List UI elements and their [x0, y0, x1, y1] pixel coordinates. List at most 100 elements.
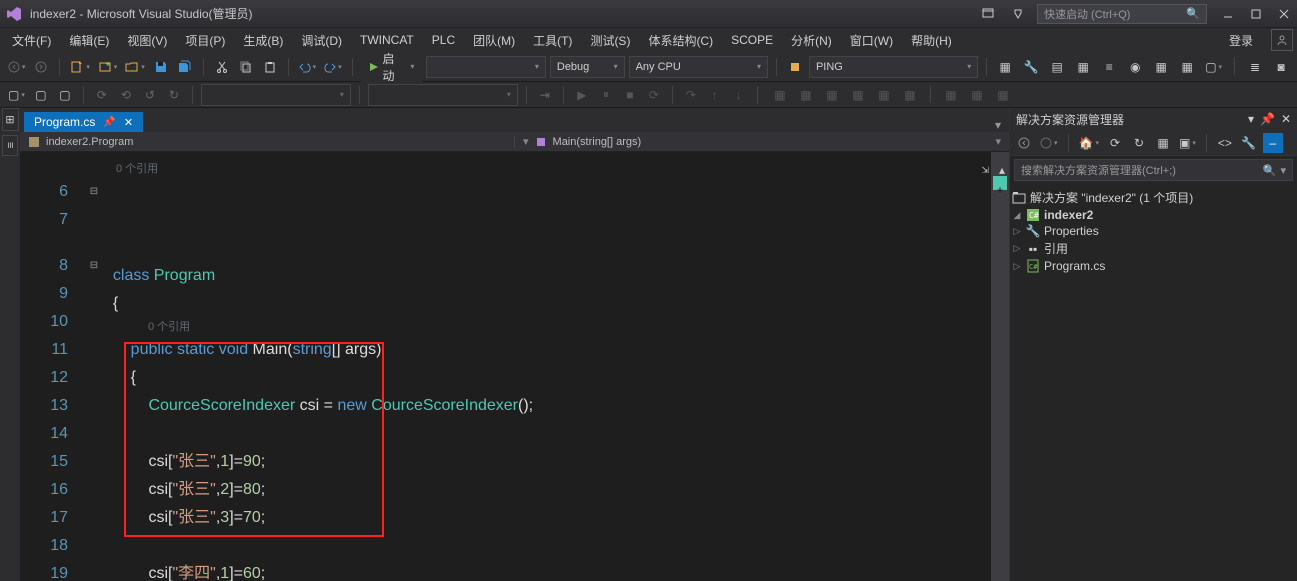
minimize-button[interactable] [1221, 7, 1235, 21]
menu-item[interactable]: 项目(P) [177, 30, 233, 51]
paste-button[interactable] [260, 57, 280, 77]
configuration-combo[interactable]: Debug▾ [550, 56, 625, 78]
dbg-icon-2[interactable]: ▢ [55, 85, 75, 105]
feedback-icon[interactable] [1009, 7, 1023, 21]
menu-item[interactable]: 测试(S) [582, 30, 638, 51]
step-icon[interactable]: ↓ [729, 85, 749, 105]
dbg-icon-3[interactable]: ⟳ [92, 85, 112, 105]
grid-icon-8[interactable]: ▦ [967, 85, 987, 105]
sln-home-icon[interactable]: 🏠 [1077, 133, 1101, 153]
sln-sync-icon[interactable]: ⟳ [1105, 133, 1125, 153]
properties-node[interactable]: ▷ 🔧 Properties [1012, 223, 1295, 239]
dbg-icon-6[interactable]: ↻ [164, 85, 184, 105]
vertical-scrollbar[interactable]: ⇲ ▴ + [991, 152, 1009, 581]
save-all-button[interactable] [175, 57, 195, 77]
solution-tree[interactable]: 解决方案 "indexer2" (1 个项目) ◢ C# indexer2 ▷ … [1010, 184, 1297, 278]
expand-icon[interactable]: ◢ [1012, 210, 1022, 221]
dbg-icon-5[interactable]: ↺ [140, 85, 160, 105]
start-debug-button[interactable]: 启动 ▾ [361, 48, 423, 86]
quick-launch-input[interactable]: 快速启动 (Ctrl+Q) 🔍 [1037, 4, 1207, 24]
grid-icon-7[interactable]: ▦ [941, 85, 961, 105]
menu-item[interactable]: 生成(B) [235, 30, 291, 51]
sln-minus-icon[interactable]: – [1263, 133, 1283, 153]
thread-combo[interactable]: ▾ [201, 84, 351, 106]
grid-icon-6[interactable]: ▦ [900, 85, 920, 105]
solution-root-node[interactable]: 解决方案 "indexer2" (1 个项目) [1012, 188, 1295, 207]
close-tab-icon[interactable]: ✕ [124, 116, 133, 129]
add-item-button[interactable] [96, 57, 119, 77]
fold-column[interactable]: ⊟⊟ [84, 152, 104, 581]
tool-icon-2[interactable]: 🔧 [1021, 57, 1041, 77]
maximize-button[interactable] [1249, 7, 1263, 21]
close-button[interactable] [1277, 7, 1291, 21]
menu-item[interactable]: PLC [424, 31, 463, 49]
dbg-icon-1[interactable]: ▢ [31, 85, 51, 105]
tool-icon-10[interactable]: ≣ [1245, 57, 1265, 77]
expand-icon[interactable]: ▷ [1012, 261, 1022, 272]
menu-item[interactable]: 编辑(E) [61, 30, 117, 51]
sln-collapse-icon[interactable]: ▦ [1153, 133, 1173, 153]
panel-dropdown-icon[interactable]: ▾ [1248, 112, 1254, 126]
menu-item[interactable]: TWINCAT [352, 31, 422, 49]
new-project-button[interactable] [68, 57, 91, 77]
nav-class-combo[interactable]: indexer2.Program [20, 136, 515, 148]
target-combo[interactable]: PING▾ [809, 56, 978, 78]
nav-method-combo[interactable]: ▾ Main(string[] args) ▾ [515, 135, 1009, 148]
sln-show-icon[interactable]: ▣ [1177, 133, 1198, 153]
left-tab-1[interactable]: ⊞ [2, 108, 19, 131]
solution-search-input[interactable]: 搜索解决方案资源管理器(Ctrl+;) 🔍▾ [1014, 159, 1293, 181]
dbg-pause-icon[interactable]: ⏸ [596, 85, 616, 105]
sln-refresh-icon[interactable]: ↻ [1129, 133, 1149, 153]
dbg-stop-icon[interactable]: ■ [620, 85, 640, 105]
attach-icon[interactable] [785, 57, 805, 77]
grid-icon-2[interactable]: ▦ [796, 85, 816, 105]
add-marker-icon[interactable]: + [993, 176, 1007, 190]
sln-forward-icon[interactable] [1038, 133, 1060, 153]
panel-close-icon[interactable]: ✕ [1281, 112, 1291, 126]
panel-pin-icon[interactable]: 📌 [1260, 112, 1275, 126]
left-tab-2[interactable]: ≡ [2, 135, 18, 155]
split-icon[interactable]: ⇲ [981, 156, 989, 184]
open-file-button[interactable] [123, 57, 146, 77]
expand-icon[interactable]: ▷ [1012, 226, 1022, 237]
dbg-play-icon[interactable]: ▶ [572, 85, 592, 105]
nav-forward-button[interactable] [31, 57, 51, 77]
tool-icon-6[interactable]: ◉ [1125, 57, 1145, 77]
nav-back-button[interactable] [6, 57, 27, 77]
tab-program-cs[interactable]: Program.cs 📌 ✕ [24, 112, 143, 132]
grid-icon-4[interactable]: ▦ [848, 85, 868, 105]
pin-icon[interactable]: 📌 [103, 117, 115, 128]
tool-icon-7[interactable]: ▦ [1151, 57, 1171, 77]
dbg-icon-4[interactable]: ⟲ [116, 85, 136, 105]
sln-properties-icon[interactable]: 🔧 [1239, 133, 1259, 153]
tool-icon-3[interactable]: ▤ [1047, 57, 1067, 77]
menu-item[interactable]: 分析(N) [783, 30, 840, 51]
tool-icon-11[interactable]: ◙ [1271, 57, 1291, 77]
grid-icon-5[interactable]: ▦ [874, 85, 894, 105]
tabs-dropdown-icon[interactable]: ▾ [987, 118, 1009, 132]
undo-button[interactable] [297, 57, 318, 77]
tool-icon-4[interactable]: ▦ [1073, 57, 1093, 77]
step-out-icon[interactable]: ↑ [705, 85, 725, 105]
grid-icon-1[interactable]: ▦ [770, 85, 790, 105]
menu-item[interactable]: 调试(D) [293, 30, 350, 51]
process-combo[interactable]: ▢ [6, 85, 27, 105]
cut-button[interactable] [212, 57, 232, 77]
menu-item[interactable]: 视图(V) [119, 30, 175, 51]
tool-icon-8[interactable]: ▦ [1177, 57, 1197, 77]
sln-back-icon[interactable] [1014, 133, 1034, 153]
tool-icon-9[interactable]: ▢ [1203, 57, 1224, 77]
menu-item[interactable]: 工具(T) [525, 30, 580, 51]
code-area[interactable]: 67891011121314151617181920 ⊟⊟ 0 个引用 clas… [20, 152, 1009, 581]
sln-code-icon[interactable]: <> [1215, 133, 1235, 153]
startup-combo[interactable]: ▾ [426, 56, 545, 78]
program-cs-node[interactable]: ▷ C# Program.cs [1012, 258, 1295, 274]
menu-item[interactable]: SCOPE [723, 31, 781, 49]
project-node[interactable]: ◢ C# indexer2 [1012, 207, 1295, 223]
menu-item[interactable]: 帮助(H) [903, 30, 960, 51]
menu-item[interactable]: 体系结构(C) [640, 30, 721, 51]
references-node[interactable]: ▷ ▪▪ 引用 [1012, 239, 1295, 258]
grid-icon-3[interactable]: ▦ [822, 85, 842, 105]
expand-icon[interactable]: ▷ [1012, 243, 1022, 254]
user-icon[interactable] [1271, 29, 1293, 51]
